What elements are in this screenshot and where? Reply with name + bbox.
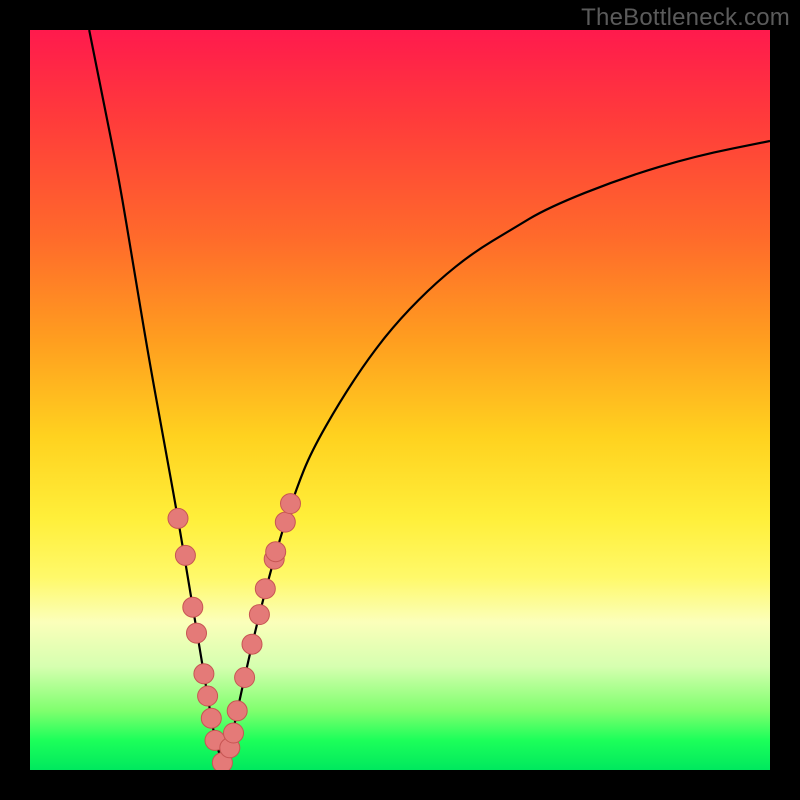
data-marker [183,597,203,617]
data-marker [242,634,262,654]
marker-group [168,494,301,770]
data-marker [255,579,275,599]
data-marker [220,738,240,758]
data-marker [194,664,214,684]
data-marker [205,730,225,750]
data-marker [249,605,269,625]
data-marker [212,753,232,770]
plot-area [30,30,770,770]
data-marker [224,723,244,743]
data-marker [168,508,188,528]
chart-frame: TheBottleneck.com [0,0,800,800]
data-marker [201,708,221,728]
curve-layer [30,30,770,770]
data-marker [175,545,195,565]
data-marker [275,512,295,532]
bottleneck-curve [89,30,770,758]
watermark-text: TheBottleneck.com [581,4,790,32]
data-marker [187,623,207,643]
data-marker [227,701,247,721]
data-marker [235,668,255,688]
data-marker [281,494,301,514]
data-marker [266,542,286,562]
data-marker [264,549,284,569]
data-marker [198,686,218,706]
